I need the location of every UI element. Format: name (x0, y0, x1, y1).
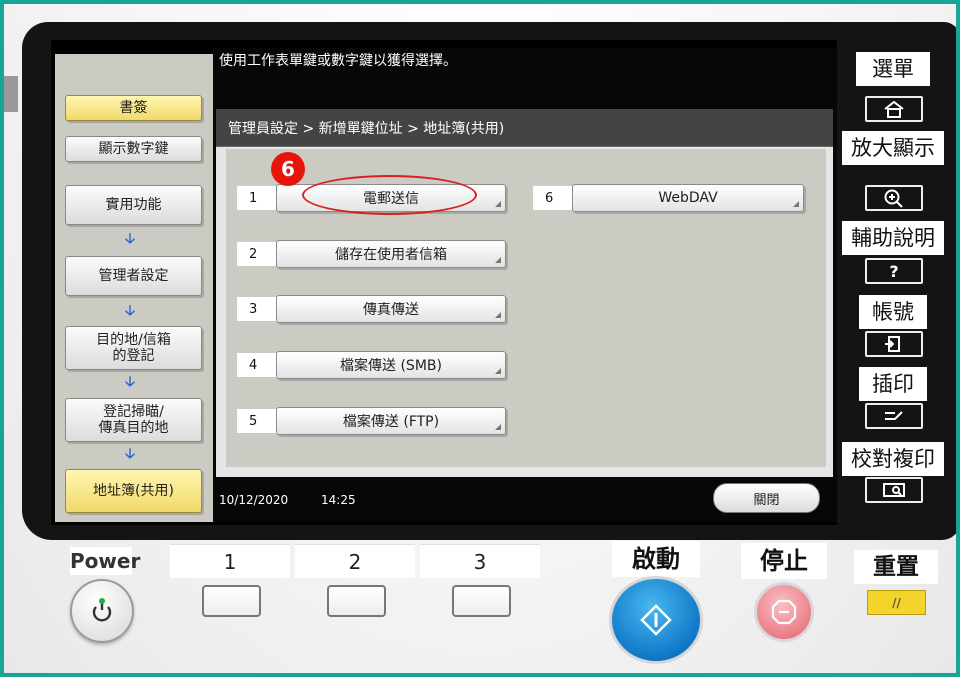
scan-fax-dest-button[interactable]: 登記掃瞄/ 傳真目的地 (65, 398, 202, 442)
panel-edge (4, 76, 18, 112)
start-button[interactable] (609, 576, 703, 664)
power-button[interactable] (70, 579, 134, 643)
register-key-1[interactable] (202, 585, 261, 617)
menu-label: 選單 (856, 52, 930, 86)
reset-label: 重置 (854, 550, 938, 584)
stop-label: 停止 (741, 543, 827, 579)
stop-icon (771, 599, 797, 625)
status-time: 14:25 (321, 493, 356, 507)
register-key-3[interactable] (452, 585, 511, 617)
interrupt-label: 插印 (859, 367, 927, 401)
item-number: 5 (237, 409, 277, 433)
arrow-down-icon: 🡣 (125, 446, 136, 462)
item-number: 3 (237, 297, 277, 321)
zoom-key[interactable] (865, 185, 923, 211)
arrow-down-icon: 🡣 (125, 303, 136, 319)
menu-key[interactable] (865, 96, 923, 122)
address-book-button[interactable]: 地址簿(共用) (65, 469, 202, 513)
item-number: 1 (237, 186, 277, 210)
start-icon (640, 604, 672, 636)
breadcrumb: 管理員設定 > 新增單鍵位址 > 地址簿(共用) (228, 121, 505, 137)
register-label-1: 1 (170, 544, 290, 578)
arrow-down-icon: 🡣 (125, 231, 136, 247)
utility-button[interactable]: 實用功能 (65, 185, 202, 225)
admin-settings-button[interactable]: 管理者設定 (65, 256, 202, 296)
save-user-box-button[interactable]: 儲存在使用者信箱 (276, 240, 506, 268)
stop-button[interactable] (754, 582, 814, 642)
home-icon (884, 100, 904, 118)
interrupt-key[interactable] (865, 403, 923, 429)
zoom-in-icon (884, 189, 903, 208)
reset-icon: // (892, 595, 901, 610)
fax-send-button[interactable]: 傳真傳送 (276, 295, 506, 323)
bookmark-button[interactable]: 書簽 (65, 95, 202, 121)
dest-registration-button[interactable]: 目的地/信箱 的登記 (65, 326, 202, 370)
account-label: 帳號 (859, 295, 927, 329)
account-icon (885, 336, 900, 352)
status-date: 10/12/2020 (219, 493, 289, 507)
file-send-smb-button[interactable]: 檔案傳送 (SMB) (276, 351, 506, 379)
close-button[interactable]: 關閉 (713, 483, 820, 513)
register-key-2[interactable] (327, 585, 386, 617)
power-icon (92, 598, 112, 622)
webdav-button[interactable]: WebDAV (572, 184, 804, 212)
account-key[interactable] (865, 331, 923, 357)
show-numbers-button[interactable]: 顯示數字鍵 (65, 136, 202, 162)
guide-label: 輔助說明 (842, 221, 944, 255)
start-label: 啟動 (612, 541, 700, 577)
zoom-label: 放大顯示 (842, 131, 944, 165)
svg-text:?: ? (889, 262, 898, 280)
instruction-text: 使用工作表單鍵或數字鍵以獲得選擇。 (219, 53, 457, 69)
proof-copy-key[interactable] (865, 477, 923, 503)
screenshot-frame: 使用工作表單鍵或數字鍵以獲得選擇。 書簽 顯示數字鍵 實用功能 🡣 管理者設定 … (0, 0, 960, 677)
help-icon: ? (889, 262, 898, 280)
guide-key[interactable]: ? (865, 258, 923, 284)
register-label-3: 3 (420, 544, 540, 578)
highlight-ellipse (302, 175, 477, 215)
arrow-down-icon: 🡣 (125, 374, 136, 390)
file-send-ftp-button[interactable]: 檔案傳送 (FTP) (276, 407, 506, 435)
item-number: 6 (533, 186, 573, 210)
reset-button[interactable]: // (867, 590, 926, 615)
proof-copy-icon (883, 483, 905, 497)
item-number: 2 (237, 242, 277, 266)
item-number: 4 (237, 353, 277, 377)
step-marker: 6 (271, 152, 305, 186)
interrupt-icon (885, 411, 903, 420)
power-label: Power (70, 547, 141, 575)
register-label-2: 2 (295, 544, 415, 578)
proof-copy-label: 校對複印 (842, 442, 944, 476)
